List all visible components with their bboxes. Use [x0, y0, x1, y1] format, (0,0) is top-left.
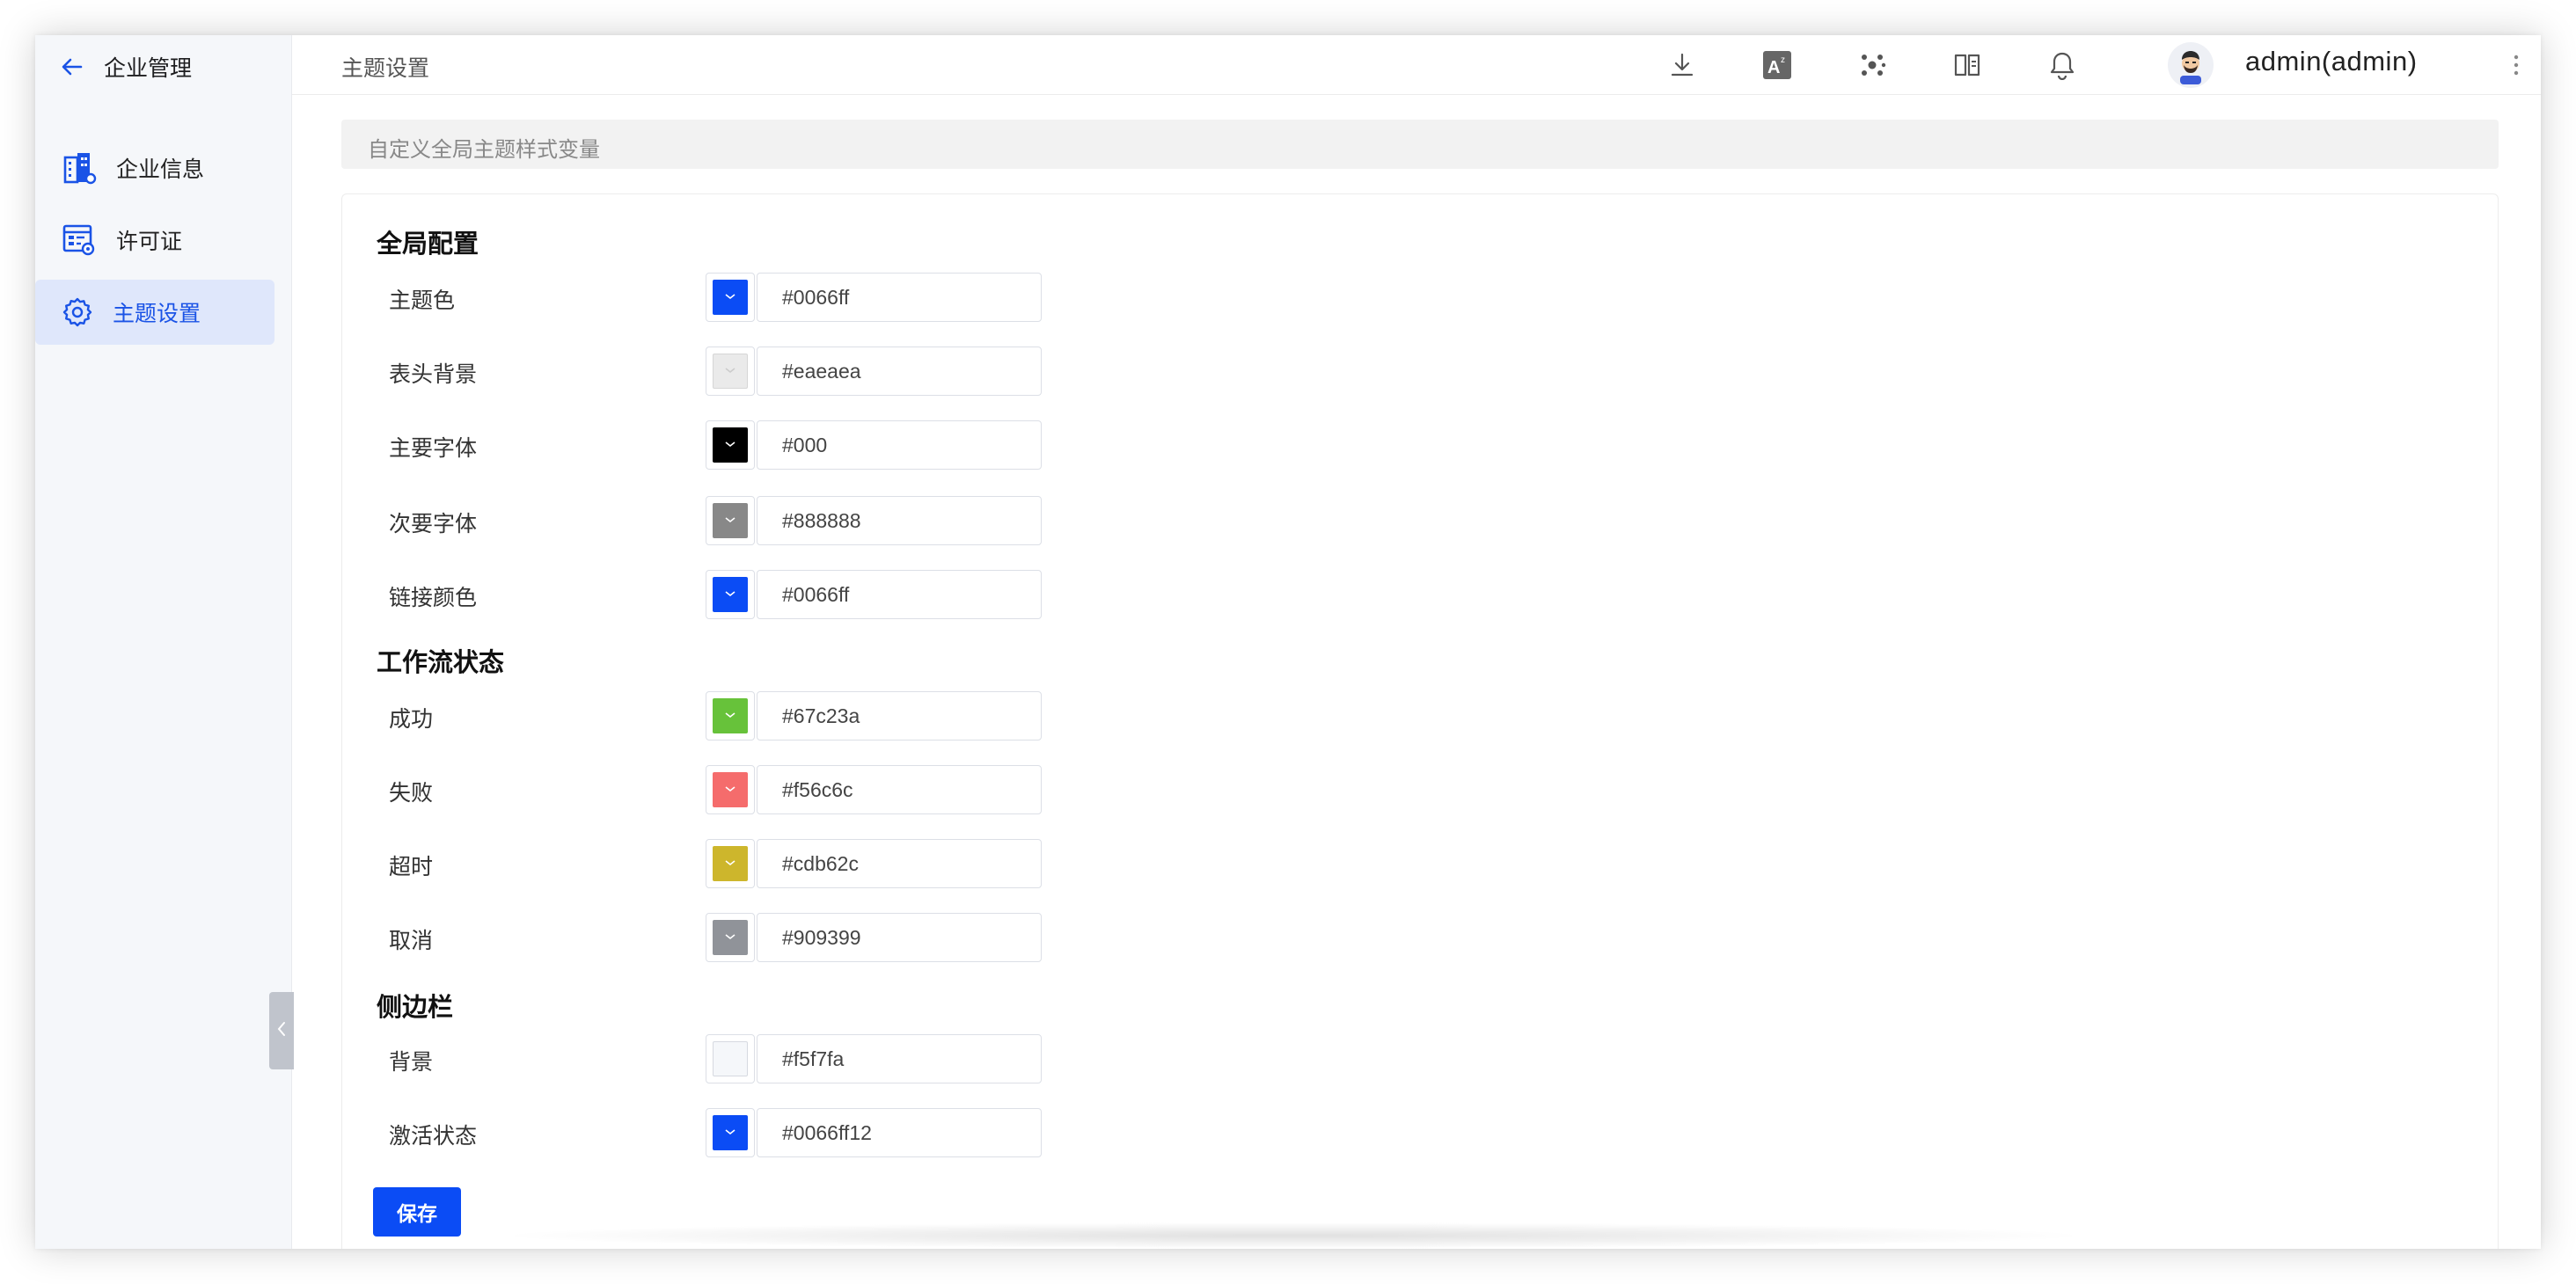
download-icon[interactable]	[1665, 47, 1700, 83]
color-swatch	[713, 427, 748, 463]
color-swatch	[713, 1115, 748, 1150]
color-picker-trigger[interactable]	[706, 496, 755, 545]
license-icon	[62, 223, 97, 258]
section-title-workflow-status: 工作流状态	[377, 649, 505, 677]
color-hex-input[interactable]	[757, 765, 1042, 814]
color-hex-input[interactable]	[757, 570, 1042, 619]
row-label: 链接颜色	[389, 586, 478, 610]
book-icon[interactable]	[1950, 47, 1985, 83]
chevron-down-icon	[724, 363, 736, 379]
row-label: 成功	[389, 707, 434, 732]
network-icon[interactable]	[1855, 47, 1890, 83]
username[interactable]: admin(admin)	[2245, 46, 2418, 77]
chevron-down-icon	[724, 587, 736, 602]
description-banner: 自定义全局主题样式变量	[341, 120, 2499, 169]
row-label: 背景	[389, 1050, 434, 1075]
save-button[interactable]: 保存	[373, 1187, 461, 1237]
section-title-global: 全局配置	[377, 230, 479, 259]
sidebar-collapse-toggle[interactable]	[269, 992, 294, 1069]
color-picker-trigger[interactable]	[706, 913, 755, 962]
color-swatch	[713, 1041, 748, 1076]
color-picker-trigger[interactable]	[706, 570, 755, 619]
svg-text:A: A	[1767, 58, 1780, 77]
row-label: 激活状态	[389, 1124, 478, 1149]
sidebar-title: 企业管理	[104, 56, 193, 81]
chevron-left-icon	[275, 1020, 288, 1042]
color-swatch	[713, 280, 748, 315]
row-label: 主题色	[389, 288, 456, 313]
avatar[interactable]	[2168, 42, 2214, 88]
chevron-down-icon	[724, 513, 736, 529]
breadcrumb: 主题设置	[341, 56, 430, 81]
color-picker-trigger[interactable]	[706, 765, 755, 814]
chevron-down-icon	[724, 708, 736, 724]
sidebar-item-label: 企业信息	[116, 157, 205, 182]
row-label: 超时	[389, 855, 434, 879]
color-swatch	[713, 577, 748, 612]
color-swatch	[713, 920, 748, 955]
building-icon	[62, 150, 97, 186]
more-menu-icon[interactable]	[2506, 49, 2527, 81]
scroll-shadow	[493, 1222, 2094, 1249]
color-swatch	[713, 503, 748, 538]
color-hex-input[interactable]	[757, 420, 1042, 470]
app-window: 企业管理 企业信息 许可证 主题设置 主题设置 A z admin(admin)…	[35, 35, 2541, 1249]
sidebar-back-header[interactable]: 企业管理	[60, 47, 192, 86]
color-hex-input[interactable]	[757, 691, 1042, 740]
color-hex-input[interactable]	[757, 1034, 1042, 1083]
row-label: 次要字体	[389, 512, 478, 536]
bell-icon[interactable]	[2045, 47, 2080, 83]
color-swatch	[713, 772, 748, 807]
color-hex-input[interactable]	[757, 273, 1042, 322]
arrow-left-icon[interactable]	[60, 55, 84, 79]
chevron-down-icon	[724, 930, 736, 945]
sidebar-item-license[interactable]: 许可证	[35, 208, 274, 273]
color-hex-input[interactable]	[757, 496, 1042, 545]
sidebar-item-company-info[interactable]: 企业信息	[35, 135, 274, 201]
color-hex-input[interactable]	[757, 1108, 1042, 1157]
sidebar-item-theme-settings[interactable]: 主题设置	[35, 280, 274, 345]
top-bar: 主题设置 Az admin(admin)	[292, 35, 2541, 95]
section-title-sidebar: 侧边栏	[377, 994, 454, 1022]
color-hex-input[interactable]	[757, 839, 1042, 888]
sidebar-item-label: 许可证	[116, 230, 183, 254]
chevron-down-icon	[724, 856, 736, 872]
chevron-down-icon	[724, 289, 736, 305]
translate-icon[interactable]: Az	[1760, 47, 1795, 83]
sidebar-item-label: 主题设置	[113, 302, 201, 326]
row-label: 表头背景	[389, 362, 478, 387]
chevron-down-icon	[724, 437, 736, 453]
chevron-down-icon	[724, 1125, 736, 1141]
color-picker-trigger[interactable]	[706, 1034, 755, 1083]
row-label: 主要字体	[389, 436, 478, 461]
color-picker-trigger[interactable]	[706, 347, 755, 396]
chevron-down-icon	[724, 782, 736, 798]
row-label: 取消	[389, 929, 434, 953]
color-picker-trigger[interactable]	[706, 691, 755, 740]
color-swatch	[713, 354, 748, 389]
color-hex-input[interactable]	[757, 347, 1042, 396]
theme-settings-panel	[341, 193, 2499, 1249]
color-hex-input[interactable]	[757, 913, 1042, 962]
row-label: 失败	[389, 781, 434, 806]
color-swatch	[713, 846, 748, 881]
color-picker-trigger[interactable]	[706, 839, 755, 888]
sidebar: 企业管理 企业信息 许可证 主题设置	[35, 35, 294, 1249]
color-picker-trigger[interactable]	[706, 1108, 755, 1157]
color-swatch	[713, 698, 748, 733]
gear-icon	[62, 296, 93, 328]
color-picker-trigger[interactable]	[706, 420, 755, 470]
color-picker-trigger[interactable]	[706, 273, 755, 322]
svg-text:z: z	[1781, 55, 1785, 65]
